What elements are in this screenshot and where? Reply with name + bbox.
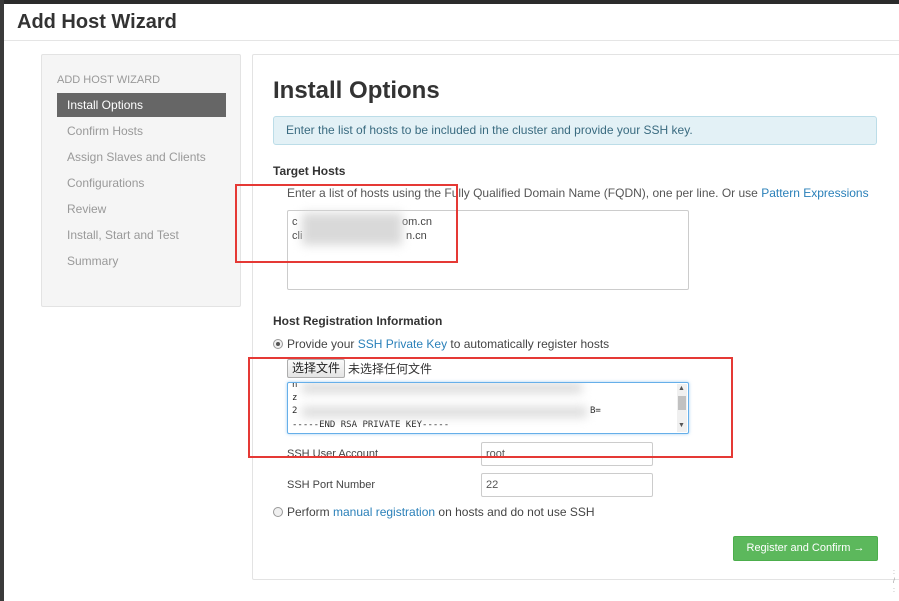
page-title: Install Options (273, 77, 440, 104)
pattern-expressions-link[interactable]: Pattern Expressions (761, 186, 868, 200)
sidebar-item-review[interactable]: Review (57, 197, 226, 221)
annotation-box-ssh-key (248, 357, 733, 458)
manual-registration-option-label: Perform manual registration on hosts and… (287, 505, 595, 519)
sidebar-item-install-start-test[interactable]: Install, Start and Test (57, 223, 226, 247)
install-options-panel: Install Options Enter the list of hosts … (252, 54, 899, 580)
info-alert: Enter the list of hosts to be included i… (273, 116, 877, 145)
sidebar-header: ADD HOST WIZARD (57, 74, 161, 86)
manual-option-prefix: Perform (287, 505, 334, 519)
manual-option-suffix: on hosts and do not use SSH (435, 505, 595, 519)
ssh-port-label: SSH Port Number (287, 479, 376, 491)
window-left-edge (0, 0, 4, 601)
sidebar-item-install-options[interactable]: Install Options (57, 93, 226, 117)
ssh-option-suffix: to automatically register hosts (447, 337, 610, 351)
host-registration-heading: Host Registration Information (273, 314, 443, 328)
edge-artifact: : /: (893, 569, 895, 594)
target-hosts-heading: Target Hosts (273, 164, 346, 178)
ssh-private-key-link[interactable]: SSH Private Key (358, 337, 447, 351)
wizard-steps-sidebar: ADD HOST WIZARD Install Options Confirm … (41, 54, 241, 307)
ssh-port-input[interactable]: 22 (481, 473, 653, 497)
annotation-box-hosts (235, 184, 458, 263)
window-top-edge (0, 0, 899, 4)
sidebar-item-summary[interactable]: Summary (57, 249, 226, 273)
sidebar-item-confirm-hosts[interactable]: Confirm Hosts (57, 119, 226, 143)
sidebar-item-configurations[interactable]: Configurations (57, 171, 226, 195)
wizard-title: Add Host Wizard (17, 11, 177, 33)
register-and-confirm-button[interactable]: Register and Confirm → (733, 536, 878, 561)
manual-registration-radio[interactable] (273, 507, 283, 517)
title-divider (4, 40, 899, 41)
ssh-key-radio[interactable] (273, 339, 283, 349)
manual-registration-link[interactable]: manual registration (333, 505, 435, 519)
ssh-option-prefix: Provide your (287, 337, 358, 351)
sidebar-item-assign-slaves[interactable]: Assign Slaves and Clients (57, 145, 226, 169)
ssh-key-option-label: Provide your SSH Private Key to automati… (287, 337, 609, 351)
